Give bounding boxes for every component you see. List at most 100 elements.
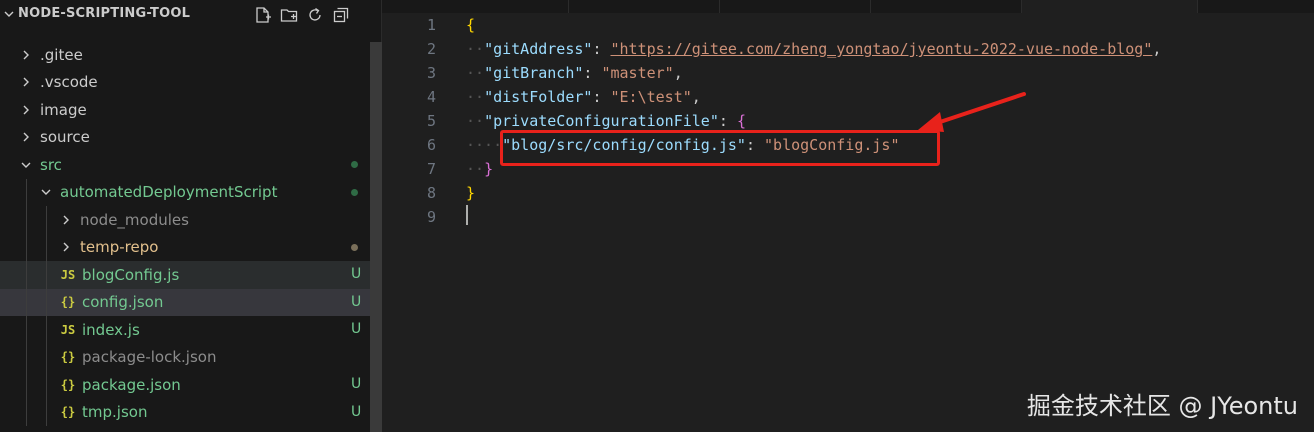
line-number: 4 (426, 88, 436, 106)
json-file-icon: {} (60, 350, 76, 365)
tab[interactable] (382, 0, 569, 13)
indent-guide (46, 233, 47, 261)
code-line: } (466, 181, 1314, 205)
tab-active[interactable] (1022, 0, 1198, 13)
json-key: "distFolder" (484, 88, 593, 106)
chevron-right-icon[interactable] (20, 104, 32, 116)
collapse-all-icon[interactable] (330, 4, 351, 25)
project-title: NODE-SCRIPTING-TOOL (18, 6, 191, 21)
tree-item-label: image (40, 100, 87, 119)
line-number: 9 (426, 208, 436, 226)
tree-item-label: tmp.json (82, 403, 148, 422)
tree-item[interactable]: temp-repo (0, 233, 370, 261)
annotation-arrow-icon (918, 92, 1026, 132)
indent-guide (46, 316, 47, 344)
chevron-down-icon[interactable] (20, 159, 32, 171)
git-status-dot (351, 243, 358, 251)
tab[interactable] (569, 0, 720, 13)
indent-guide (46, 288, 47, 316)
text-cursor (466, 205, 468, 225)
tree-item[interactable]: node_modules (0, 206, 370, 234)
chevron-down-icon[interactable] (40, 186, 52, 198)
new-folder-icon[interactable] (278, 4, 299, 25)
annotation-highlight-box (500, 130, 940, 166)
tree-item[interactable]: image (0, 96, 370, 124)
tab[interactable] (1198, 0, 1314, 13)
line-number: 7 (426, 160, 436, 178)
indent-guide (26, 233, 27, 261)
js-file-icon: JS (60, 322, 76, 337)
git-untracked-badge: U (351, 376, 362, 392)
tree-item-label: .vscode (40, 73, 98, 92)
file-tree: .gitee .vscode image source src automatedDepl… (0, 41, 370, 426)
code-line: ··"gitAddress": "https://gitee.com/zheng… (466, 40, 1162, 58)
tree-item[interactable]: src (0, 151, 370, 179)
git-untracked-badge: U (351, 293, 362, 310)
tree-item-label: config.json (82, 293, 164, 312)
tree-item[interactable]: JS index.js U (0, 316, 370, 344)
tree-item[interactable]: JS blogConfig.js U (0, 261, 370, 289)
new-file-icon[interactable] (252, 4, 273, 25)
json-file-icon: {} (60, 405, 76, 420)
tree-item[interactable]: .vscode (0, 69, 370, 97)
tree-item[interactable]: {} package-lock.json (0, 343, 370, 371)
line-number: 3 (426, 64, 436, 82)
indent-guide (26, 398, 27, 426)
code-line: { (466, 13, 1314, 37)
js-file-icon: JS (60, 267, 76, 282)
tree-item-label: package-lock.json (82, 348, 217, 367)
chevron-right-icon[interactable] (20, 131, 32, 143)
indent-guide (26, 371, 27, 399)
tree-item-label: package.json (82, 375, 181, 394)
chevron-right-icon[interactable] (20, 76, 32, 88)
tab-bar (382, 0, 1314, 13)
chevron-right-icon[interactable] (60, 241, 72, 253)
indent-guide (46, 261, 47, 289)
tree-item-label: automatedDeploymentScript (60, 183, 278, 202)
tab[interactable] (871, 0, 1022, 13)
tree-item[interactable]: {} package.json U (0, 371, 370, 399)
explorer-actions (252, 4, 351, 24)
code-content[interactable]: { ··"gitAddress": "https://gitee.com/zhe… (466, 13, 1314, 229)
close-brace: } (484, 160, 494, 178)
indent-guide (46, 371, 47, 399)
open-brace: { (466, 16, 476, 34)
tree-item[interactable]: .gitee (0, 41, 370, 69)
line-number-gutter: 1 2 3 4 5 6 7 8 9 (382, 13, 452, 229)
open-brace: { (736, 112, 746, 130)
line-number: 2 (426, 40, 436, 58)
tab[interactable] (720, 0, 871, 13)
tree-item-label: src (40, 155, 62, 174)
indent-guide (26, 343, 27, 371)
tree-item-label: .gitee (40, 45, 83, 64)
indent-guide (26, 261, 27, 289)
json-key: "gitBranch" (484, 64, 584, 82)
indent-guide (26, 178, 27, 206)
tree-item[interactable]: {} tmp.json U (0, 398, 370, 426)
tree-item[interactable]: {} config.json U (0, 288, 370, 316)
tree-scrollbar[interactable] (370, 42, 382, 432)
code-line: ··"distFolder": "E:\test", (466, 88, 701, 106)
git-untracked-badge: U (351, 403, 362, 420)
indent-guide (26, 206, 27, 234)
indent-guide (46, 398, 47, 426)
json-string: "E:\test" (610, 88, 692, 106)
chevron-right-icon[interactable] (60, 214, 72, 226)
git-untracked-badge: U (351, 266, 362, 282)
tree-item[interactable]: automatedDeploymentScript (0, 178, 370, 206)
tree-item-label: index.js (82, 320, 140, 339)
chevron-down-icon[interactable] (4, 9, 14, 19)
tree-item-label: blogConfig.js (82, 265, 180, 284)
git-untracked-badge: U (351, 321, 362, 337)
tree-item[interactable]: source (0, 124, 370, 152)
chevron-right-icon[interactable] (20, 49, 32, 61)
refresh-icon[interactable] (304, 4, 325, 25)
line-number: 1 (426, 16, 436, 34)
explorer-header[interactable]: NODE-SCRIPTING-TOOL (0, 0, 382, 28)
line-number: 8 (426, 184, 436, 202)
code-editor[interactable]: 1 2 3 4 5 6 7 8 9 { ··"gitAddress": "https://git… (382, 0, 1314, 432)
git-address-link[interactable]: "https://gitee.com/zheng_yongtao/jyeontu… (611, 40, 1153, 58)
indent-guide (26, 288, 27, 316)
git-status-dot (351, 161, 358, 168)
json-key: "privateConfigurationFile" (484, 112, 719, 130)
